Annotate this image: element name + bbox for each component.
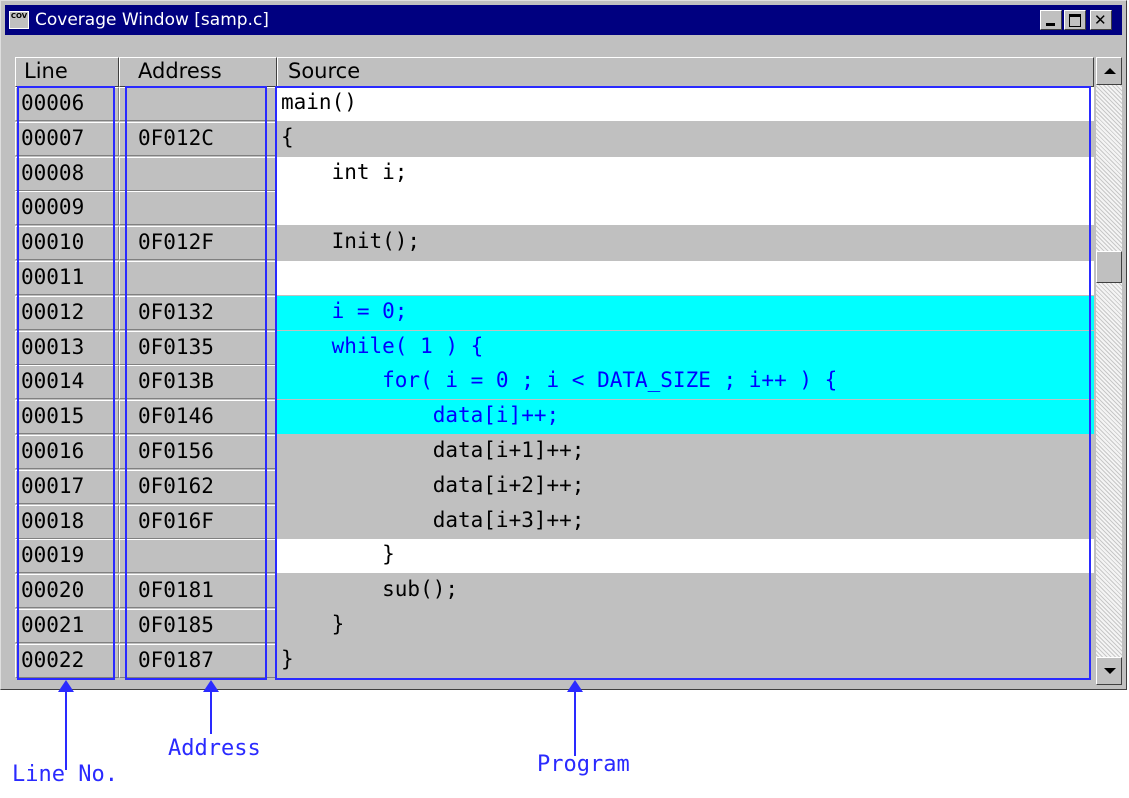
column-header-line[interactable]: Line bbox=[15, 57, 119, 87]
column-header-source[interactable]: Source bbox=[277, 57, 1094, 87]
address-column-highlight bbox=[125, 86, 267, 680]
address-callout: Address bbox=[168, 736, 261, 761]
scroll-up-arrow-icon[interactable] bbox=[1096, 57, 1122, 85]
scrollbar-thumb[interactable] bbox=[1096, 251, 1122, 283]
program-column-highlight bbox=[275, 86, 1091, 680]
coverage-app-icon: COV bbox=[9, 11, 29, 29]
column-header-address[interactable]: Address bbox=[119, 57, 277, 87]
vertical-scrollbar[interactable] bbox=[1096, 57, 1122, 685]
line-no-callout: Line No. bbox=[12, 762, 118, 787]
maximize-button[interactable] bbox=[1064, 10, 1086, 30]
scroll-down-arrow-icon[interactable] bbox=[1096, 657, 1122, 685]
column-header: Line Address Source bbox=[15, 57, 1094, 87]
program-callout: Program bbox=[537, 752, 630, 777]
window-title: Coverage Window [samp.c] bbox=[35, 10, 269, 30]
close-button[interactable] bbox=[1090, 10, 1112, 30]
line-column-highlight bbox=[17, 86, 115, 680]
title-bar[interactable]: COV Coverage Window [samp.c] bbox=[5, 5, 1122, 35]
minimize-button[interactable] bbox=[1040, 10, 1062, 30]
